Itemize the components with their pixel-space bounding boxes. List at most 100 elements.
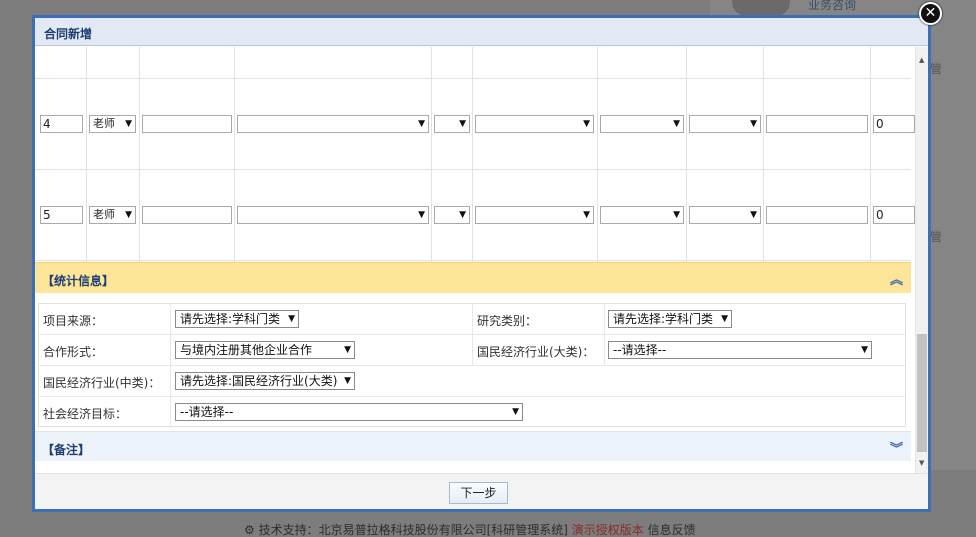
unit-select[interactable]: ▼ xyxy=(237,115,429,133)
research-type-label: 研究类别： xyxy=(477,314,538,328)
industry-major-select[interactable]: --请选择-- ▼ xyxy=(608,341,872,359)
dropdown-arrow-icon: ▼ xyxy=(125,119,132,129)
stats-section-header[interactable]: 【统计信息】 ︽ xyxy=(35,262,911,293)
work-input[interactable] xyxy=(766,115,868,133)
role-value: 老师 xyxy=(93,117,115,130)
col-divider xyxy=(472,304,473,335)
scrollbar[interactable]: ▲ ▼ xyxy=(915,47,928,473)
dropdown-arrow-icon: ▼ xyxy=(344,345,351,355)
cooperation-value: 与境内注册其他企业合作 xyxy=(180,343,313,357)
gender-select[interactable]: ▼ xyxy=(434,206,470,224)
notes-section-title: 【备注】 xyxy=(42,443,91,457)
cooperation-select[interactable]: 与境内注册其他企业合作 ▼ xyxy=(175,341,355,359)
scroll-down-icon[interactable]: ▼ xyxy=(919,459,924,467)
col-divider xyxy=(139,47,140,262)
name-input[interactable] xyxy=(142,206,232,224)
col-divider xyxy=(234,47,235,262)
industry-major-label: 国民经济行业(大类)： xyxy=(477,345,595,359)
col-divider xyxy=(597,47,598,262)
title-select[interactable]: ▼ xyxy=(475,206,594,224)
source-value: 请先选择:学科门类 xyxy=(180,312,281,326)
gender-select[interactable]: ▼ xyxy=(434,115,470,133)
demo-version-link[interactable]: 演示授权版本 xyxy=(572,523,644,537)
dialog-footer: 下一步 xyxy=(35,473,928,509)
row-divider xyxy=(35,260,911,261)
dropdown-arrow-icon: ▼ xyxy=(583,119,590,129)
degree-select[interactable]: ▼ xyxy=(600,115,684,133)
goal-value: --请选择-- xyxy=(180,405,234,419)
source-select[interactable]: 请先选择:学科门类 ▼ xyxy=(175,310,299,328)
order-input[interactable]: 4 xyxy=(40,115,83,133)
industry-mid-select[interactable]: 请先选择:国民经济行业(大类) ▼ xyxy=(175,372,355,390)
stats-row: 项目来源： 请先选择:学科门类 ▼ 研究类别： 请先选择:学科门类 ▼ xyxy=(39,304,905,335)
dropdown-arrow-icon: ▼ xyxy=(512,407,519,417)
next-step-button[interactable]: 下一步 xyxy=(449,482,508,504)
education-select[interactable]: ▼ xyxy=(689,115,761,133)
feedback-link[interactable]: 信息反馈 xyxy=(648,523,696,537)
contract-dialog: 合同新增 4 老师 ▼ ▼ ▼ ▼ ▼ ▼ 0 5 老师 ▼ ▼ ▼ ▼ ▼ ▼… xyxy=(32,15,931,512)
dropdown-arrow-icon: ▼ xyxy=(459,210,466,220)
work-input[interactable] xyxy=(766,206,868,224)
dropdown-arrow-icon: ▼ xyxy=(861,345,868,355)
chevron-double-down-icon[interactable]: ︾ xyxy=(890,438,903,457)
dropdown-arrow-icon: ▼ xyxy=(344,376,351,386)
col-divider xyxy=(431,47,432,262)
industry-major-value: --请选择-- xyxy=(613,343,667,357)
name-input[interactable] xyxy=(142,115,232,133)
col-divider xyxy=(472,335,473,366)
col-divider xyxy=(686,47,687,262)
side-text: 管 xyxy=(930,230,943,244)
dialog-body[interactable]: 4 老师 ▼ ▼ ▼ ▼ ▼ ▼ 0 5 老师 ▼ ▼ ▼ ▼ ▼ ▼ 0 【统计信… xyxy=(35,47,928,473)
chevron-double-up-icon[interactable]: ︽ xyxy=(890,269,903,288)
row-divider xyxy=(35,78,911,79)
dropdown-arrow-icon: ▼ xyxy=(125,210,132,220)
dropdown-arrow-icon: ▼ xyxy=(721,314,728,324)
education-select[interactable]: ▼ xyxy=(689,206,761,224)
industry-mid-label: 国民经济行业(中类)： xyxy=(43,376,161,390)
col-divider xyxy=(170,397,171,428)
dialog-titlebar: 合同新增 xyxy=(35,18,928,46)
stats-row: 社会经济目标： --请选择-- ▼ xyxy=(39,397,905,428)
ratio-input[interactable]: 0 xyxy=(873,115,915,133)
footer-text: ⚙ 技术支持：北京易普拉格科技股份有限公司[科研管理系统] 演示授权版本 信息反… xyxy=(244,521,696,537)
scrollbar-thumb[interactable] xyxy=(917,334,927,452)
stats-row: 合作形式： 与境内注册其他企业合作 ▼ 国民经济行业(大类)： --请选择-- ▼ xyxy=(39,335,905,366)
col-divider xyxy=(170,335,171,366)
stats-row: 国民经济行业(中类)： 请先选择:国民经济行业(大类) ▼ xyxy=(39,366,905,397)
dropdown-arrow-icon: ▼ xyxy=(583,210,590,220)
degree-select[interactable]: ▼ xyxy=(600,206,684,224)
dropdown-arrow-icon: ▼ xyxy=(673,119,680,129)
close-icon[interactable]: ✕ xyxy=(919,2,942,25)
scroll-up-icon[interactable]: ▲ xyxy=(919,56,924,64)
goal-label: 社会经济目标： xyxy=(43,407,128,421)
order-input[interactable]: 5 xyxy=(40,206,83,224)
role-value: 老师 xyxy=(93,208,115,221)
unit-select[interactable]: ▼ xyxy=(237,206,429,224)
dropdown-arrow-icon: ▼ xyxy=(750,210,757,220)
wrench-icon: ⚙ xyxy=(244,523,255,537)
role-select[interactable]: 老师 ▼ xyxy=(89,206,136,224)
avatar xyxy=(732,0,790,16)
dropdown-arrow-icon: ▼ xyxy=(673,210,680,220)
cooperation-label: 合作形式： xyxy=(43,345,104,359)
dropdown-arrow-icon: ▼ xyxy=(418,210,425,220)
dialog-title: 合同新增 xyxy=(44,27,93,41)
dropdown-arrow-icon: ▼ xyxy=(750,119,757,129)
goal-select[interactable]: --请选择-- ▼ xyxy=(175,403,523,421)
notes-section-header[interactable]: 【备注】 ︾ xyxy=(35,431,911,461)
role-select[interactable]: 老师 ▼ xyxy=(89,115,136,133)
dropdown-arrow-icon: ▼ xyxy=(459,119,466,129)
research-type-select[interactable]: 请先选择:学科门类 ▼ xyxy=(608,310,732,328)
industry-mid-value: 请先选择:国民经济行业(大类) xyxy=(180,374,338,388)
col-divider xyxy=(763,47,764,262)
source-label: 项目来源： xyxy=(43,314,104,328)
col-divider xyxy=(170,304,171,335)
row-divider xyxy=(35,169,911,170)
research-type-value: 请先选择:学科门类 xyxy=(613,312,714,326)
col-divider xyxy=(604,304,605,335)
dropdown-arrow-icon: ▼ xyxy=(288,314,295,324)
side-text: 管 xyxy=(930,62,943,76)
ratio-input[interactable]: 0 xyxy=(873,206,915,224)
title-select[interactable]: ▼ xyxy=(475,115,594,133)
consult-link[interactable]: 业务咨询 xyxy=(808,0,856,13)
